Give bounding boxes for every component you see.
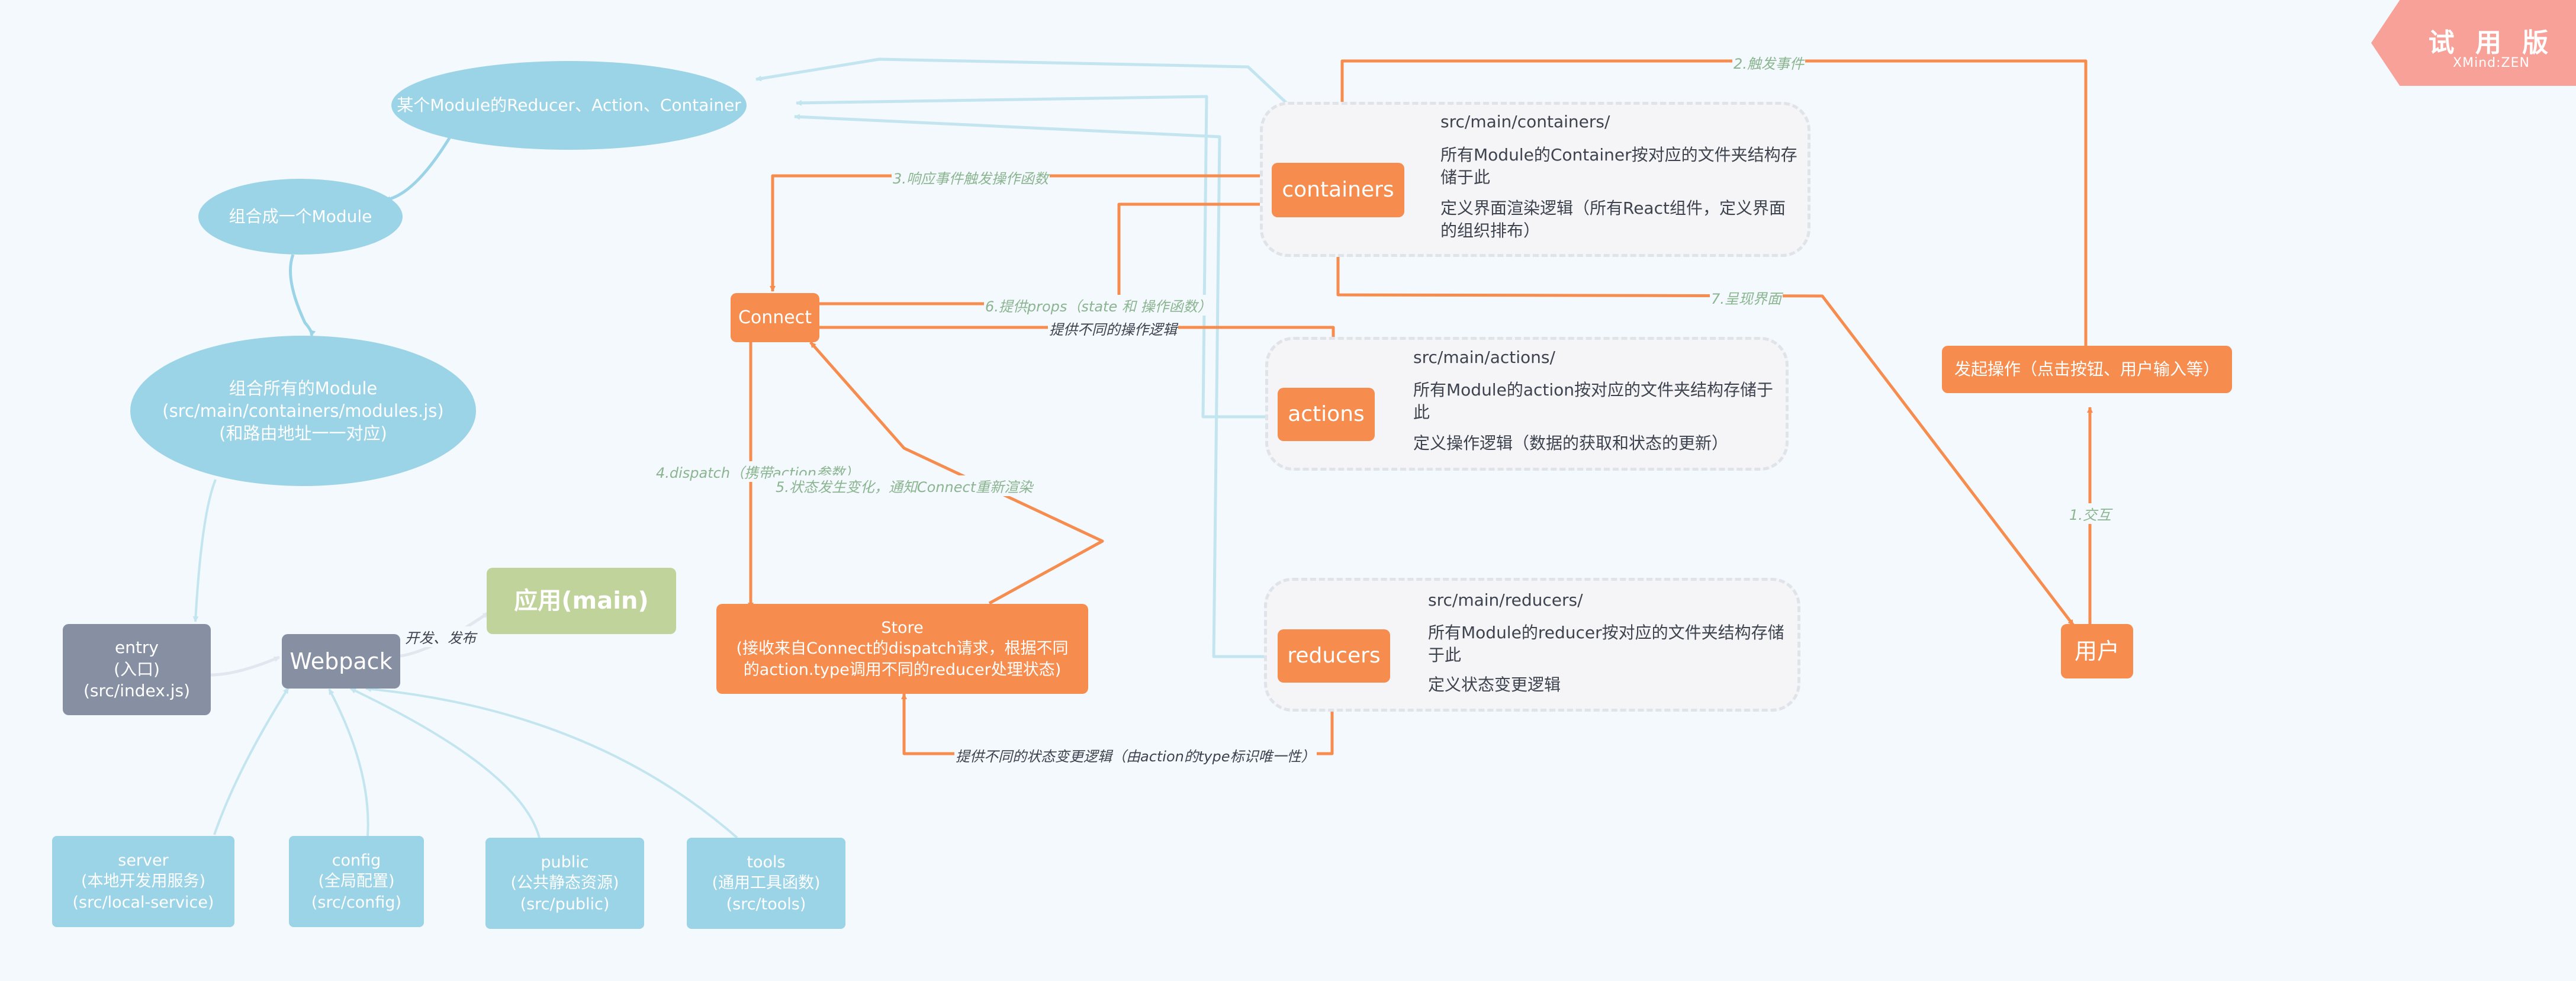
reducers-label: reducers	[1287, 644, 1381, 668]
source-public-node[interactable]: public (公共静态资源) (src/public)	[485, 838, 644, 929]
edge-entry-to-webpack	[210, 655, 280, 677]
combine-module-node[interactable]: 组合成一个Module	[198, 179, 403, 255]
step6-label: 6.提供props（state 和 操作函数）	[984, 295, 1213, 316]
actions-node[interactable]: actions	[1278, 388, 1375, 441]
module-parts-node[interactable]: 某个Module的Reducer、Action、Container	[391, 61, 747, 150]
app-main-label: 应用(main)	[514, 587, 649, 615]
reducers-to-store-label: 提供不同的状态变更逻辑（由action的type标识唯一性）	[954, 745, 1317, 765]
reducers-detail-storage: 所有Module的reducer按对应的文件夹结构存储于此	[1428, 623, 1784, 665]
actions-to-connect-label: 提供不同的操作逻辑	[1048, 318, 1178, 339]
step7-label: 7.呈现界面	[1710, 287, 1783, 308]
user-node[interactable]: 用户	[2061, 624, 2133, 678]
source-public-label: public (公共静态资源) (src/public)	[510, 853, 619, 914]
edge-tools-to-webpack	[365, 686, 738, 839]
source-server-node[interactable]: server (本地开发用服务) (src/local-service)	[52, 836, 234, 927]
edge-step6	[792, 201, 1272, 305]
edge-one-to-all	[289, 254, 316, 336]
source-tools-label: tools (通用工具函数) (src/tools)	[712, 853, 821, 914]
trial-version-badge: 试 用 版 XMind:ZEN	[2371, 0, 2576, 86]
connect-label: Connect	[738, 307, 812, 328]
edge-server-to-webpack	[213, 687, 290, 835]
entry-label: entry (入口) (src/index.js)	[83, 637, 191, 701]
containers-detail-render: 定义界面渲染逻辑（所有React组件，定义界面的组织排布）	[1440, 198, 1786, 240]
containers-node[interactable]: containers	[1272, 163, 1404, 217]
actions-detail-path: src/main/actions/	[1413, 348, 1555, 367]
actions-detail-storage: 所有Module的action按对应的文件夹结构存储于此	[1413, 380, 1774, 422]
source-config-label: config (全局配置) (src/config)	[311, 851, 402, 912]
reducers-detail-logic: 定义状态变更逻辑	[1428, 675, 1561, 694]
initiate-action-node[interactable]: 发起操作（点击按钮、用户输入等）	[1942, 346, 2232, 393]
edge-config-to-webpack	[328, 689, 369, 837]
step5-label: 5.状态发生变化，通知Connect重新渲染	[774, 475, 1034, 496]
webpack-node[interactable]: Webpack	[282, 634, 400, 689]
step3-label: 3.响应事件触发操作函数	[892, 167, 1050, 188]
edge-actions-to-module	[796, 95, 1279, 419]
edge-all-to-entry	[192, 479, 217, 622]
source-tools-node[interactable]: tools (通用工具函数) (src/tools)	[687, 838, 845, 929]
app-main-node[interactable]: 应用(main)	[487, 568, 676, 634]
combine-module-label: 组合成一个Module	[229, 206, 372, 226]
webpack-to-app-label: 开发、发布	[404, 626, 477, 647]
actions-label: actions	[1288, 402, 1365, 427]
webpack-label: Webpack	[290, 648, 393, 674]
module-parts-label: 某个Module的Reducer、Action、Container	[397, 95, 741, 115]
edge-parts-to-one	[384, 135, 452, 202]
step2-label: 2.触发事件	[1732, 52, 1805, 73]
containers-label: containers	[1282, 178, 1394, 202]
step1-label: 1.交互	[2068, 503, 2112, 524]
combine-all-label: 组合所有的Module (src/main/containers/modules…	[162, 378, 444, 444]
edge-step3	[770, 174, 1273, 292]
store-label: Store (接收来自Connect的dispatch请求，根据不同的actio…	[736, 618, 1069, 679]
initiate-action-label: 发起操作（点击按钮、用户输入等）	[1954, 359, 2220, 379]
trial-version-subtitle: XMind:ZEN	[2453, 56, 2530, 70]
connect-node[interactable]: Connect	[731, 293, 819, 342]
trial-version-title: 试 用 版	[2428, 28, 2555, 58]
combine-all-modules-node[interactable]: 组合所有的Module (src/main/containers/modules…	[130, 336, 476, 486]
store-node[interactable]: Store (接收来自Connect的dispatch请求，根据不同的actio…	[716, 604, 1088, 694]
reducers-detail-path: src/main/reducers/	[1428, 590, 1583, 610]
source-server-label: server (本地开发用服务) (src/local-service)	[72, 851, 214, 912]
edge-public-to-webpack	[350, 687, 541, 838]
containers-detail-path: src/main/containers/	[1440, 112, 1610, 131]
actions-detail-logic: 定义操作逻辑（数据的获取和状态的更新）	[1413, 433, 1729, 453]
reducers-node[interactable]: reducers	[1278, 629, 1390, 683]
user-label: 用户	[2074, 638, 2120, 664]
containers-detail-storage: 所有Module的Container按对应的文件夹结构存储于此	[1440, 145, 1797, 187]
source-config-node[interactable]: config (全局配置) (src/config)	[289, 836, 424, 927]
entry-node[interactable]: entry (入口) (src/index.js)	[63, 624, 211, 715]
